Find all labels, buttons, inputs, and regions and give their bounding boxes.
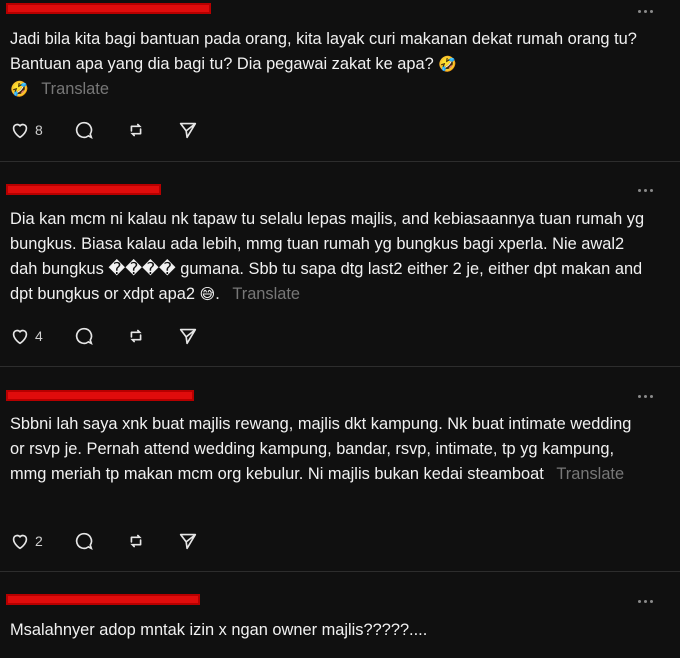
- more-options-icon[interactable]: [638, 185, 656, 195]
- post-2: Dia kan mcm ni kalau nk tapaw tu selalu …: [0, 162, 680, 367]
- more-options-icon[interactable]: [638, 596, 656, 606]
- share-icon: [179, 533, 196, 550]
- action-bar: 4: [9, 324, 229, 348]
- post-body: Dia kan mcm ni kalau nk tapaw tu selalu …: [10, 210, 645, 303]
- emoji: 🤣: [438, 55, 457, 73]
- translate-link[interactable]: Translate: [232, 285, 300, 303]
- share-button[interactable]: [177, 325, 199, 347]
- redacted-username: [6, 3, 211, 14]
- comment-button[interactable]: [73, 119, 95, 141]
- repost-icon: [130, 534, 142, 548]
- redacted-username: [6, 390, 194, 401]
- like-button[interactable]: 4: [9, 325, 43, 347]
- like-count: 2: [35, 533, 43, 549]
- heart-icon: [12, 329, 28, 345]
- post-text: Msalahnyer adop mntak izin x ngan owner …: [10, 618, 650, 643]
- post-1: Jadi bila kita bagi bantuan pada orang, …: [0, 0, 680, 162]
- share-icon: [179, 122, 196, 139]
- emoji: 😅: [199, 285, 216, 303]
- share-button[interactable]: [177, 119, 199, 141]
- share-icon: [179, 328, 196, 345]
- more-options-icon[interactable]: [638, 6, 656, 16]
- repost-button[interactable]: [125, 325, 147, 347]
- like-button[interactable]: 2: [9, 530, 43, 552]
- comment-icon: [75, 121, 93, 139]
- repost-icon: [130, 329, 142, 343]
- post-text: Jadi bila kita bagi bantuan pada orang, …: [10, 27, 650, 102]
- post-punctuation: .: [215, 285, 220, 303]
- action-bar: 8: [9, 118, 229, 142]
- post-body: Jadi bila kita bagi bantuan pada orang, …: [10, 30, 637, 73]
- redacted-username: [6, 184, 161, 195]
- translate-link[interactable]: Translate: [41, 80, 109, 98]
- post-body: Msalahnyer adop mntak izin x ngan owner …: [10, 621, 428, 639]
- post-body: Sbbni lah saya xnk buat majlis rewang, m…: [10, 415, 632, 483]
- redacted-username: [6, 594, 200, 605]
- post-4: Msalahnyer adop mntak izin x ngan owner …: [0, 572, 680, 658]
- emoji: 🤣: [10, 80, 29, 98]
- translate-link[interactable]: Translate: [556, 465, 624, 483]
- like-count: 8: [35, 122, 43, 138]
- repost-button[interactable]: [125, 530, 147, 552]
- post-text: Dia kan mcm ni kalau nk tapaw tu selalu …: [10, 207, 650, 307]
- comment-icon: [75, 327, 93, 345]
- heart-icon: [12, 123, 28, 139]
- repost-icon: [130, 123, 142, 137]
- repost-button[interactable]: [125, 119, 147, 141]
- like-button[interactable]: 8: [9, 119, 43, 141]
- action-bar: 2: [9, 529, 229, 553]
- like-count: 4: [35, 328, 43, 344]
- more-options-icon[interactable]: [638, 391, 656, 401]
- comment-button[interactable]: [73, 530, 95, 552]
- comment-icon: [75, 532, 93, 550]
- comment-button[interactable]: [73, 325, 95, 347]
- post-text: Sbbni lah saya xnk buat majlis rewang, m…: [10, 412, 650, 487]
- heart-icon: [12, 534, 28, 550]
- post-3: Sbbni lah saya xnk buat majlis rewang, m…: [0, 367, 680, 572]
- share-button[interactable]: [177, 530, 199, 552]
